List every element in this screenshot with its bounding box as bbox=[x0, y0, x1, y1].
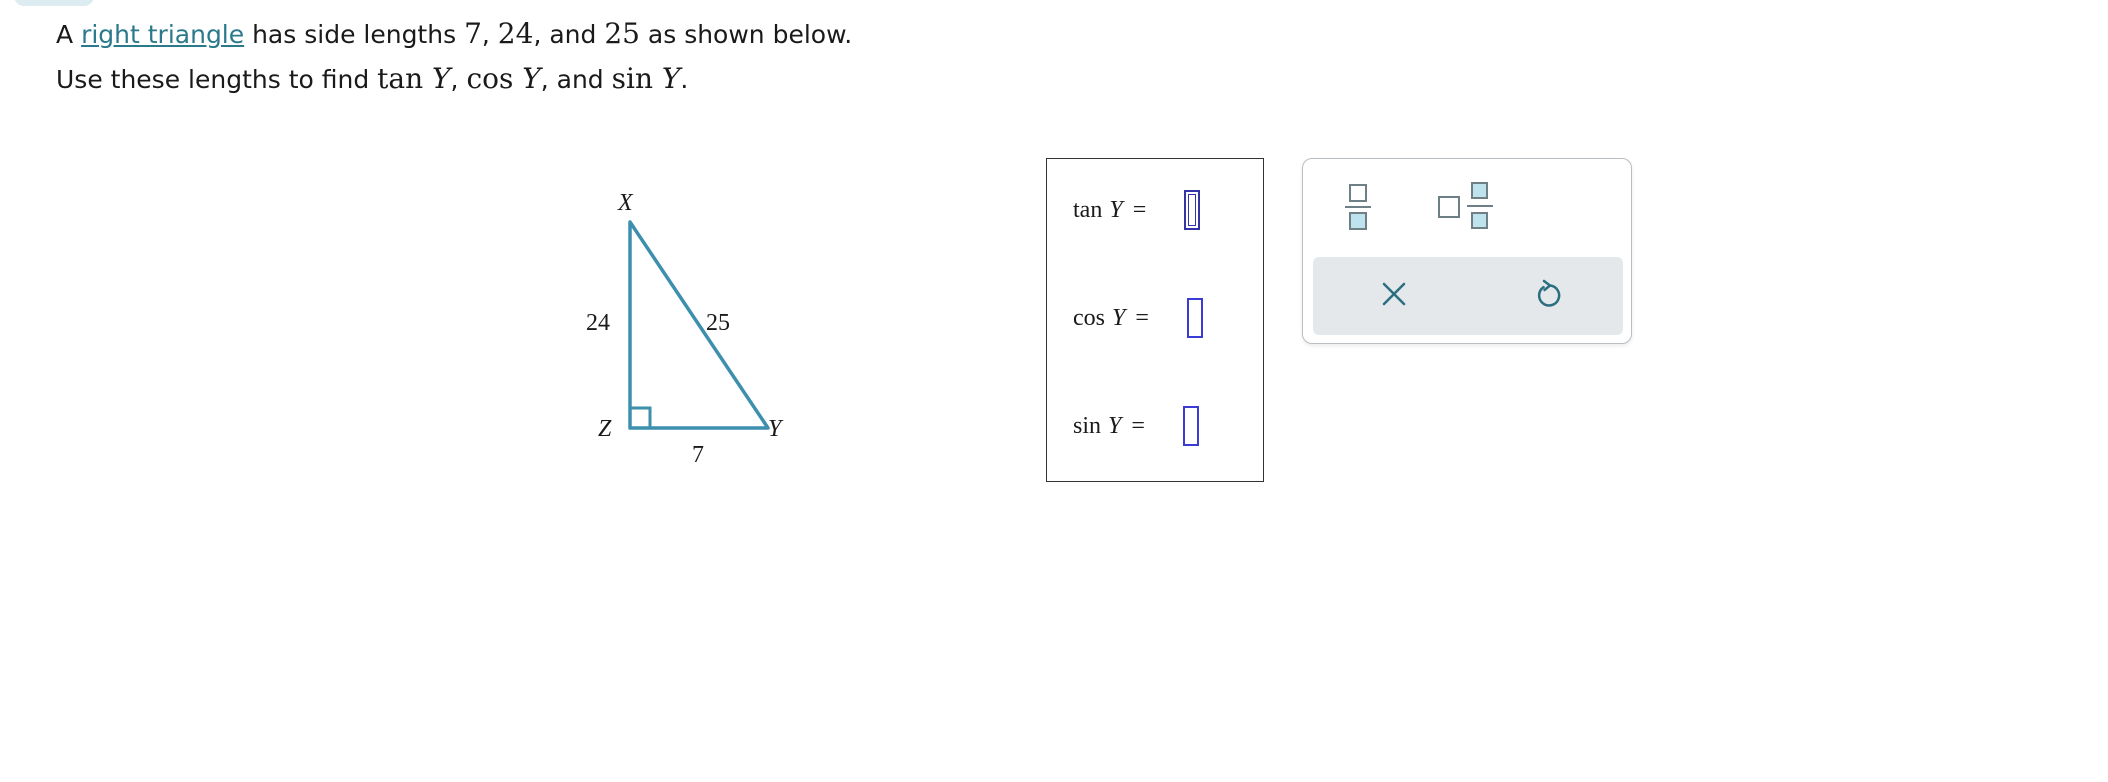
triangle-shape bbox=[628, 220, 770, 430]
undo-icon bbox=[1537, 279, 1561, 307]
prompt-text: as shown below. bbox=[639, 20, 853, 49]
close-icon bbox=[1382, 282, 1406, 306]
prompt-text: , and bbox=[540, 65, 612, 94]
math-toolbox bbox=[1302, 158, 1632, 344]
top-tab[interactable] bbox=[14, 0, 94, 6]
fn-label: cos bbox=[1073, 304, 1105, 331]
vertex-label-x: X bbox=[617, 190, 634, 216]
cos-y-input[interactable] bbox=[1186, 298, 1203, 338]
side-length-value: 7 bbox=[464, 17, 482, 50]
prompt-text: , and bbox=[533, 20, 605, 49]
math-var: Y bbox=[661, 62, 681, 95]
prompt-text: . bbox=[680, 65, 689, 94]
equals-sign: = bbox=[1135, 304, 1149, 331]
answer-box: tan Y = cos Y = sin Y = bbox=[1046, 158, 1264, 482]
right-triangle-figure: X Z Y 24 25 7 bbox=[586, 190, 784, 468]
side-length-value: 25 bbox=[604, 17, 640, 50]
vertex-label-z: Z bbox=[598, 416, 612, 442]
math-var: Y bbox=[432, 62, 451, 95]
prompt-text: , bbox=[481, 20, 498, 49]
prompt-text: A bbox=[56, 20, 82, 49]
side-label-25: 25 bbox=[706, 310, 730, 336]
prompt-text: , bbox=[450, 65, 467, 94]
tan-answer-row: tan Y = bbox=[1073, 185, 1201, 235]
math-var: Y bbox=[522, 62, 541, 95]
sin-answer-row: sin Y = bbox=[1073, 401, 1199, 451]
equals-sign: = bbox=[1132, 196, 1147, 223]
side-label-24: 24 bbox=[586, 310, 610, 336]
math-fn: cos bbox=[466, 62, 514, 95]
toolbox-action-bar bbox=[1313, 257, 1623, 335]
math-tan-y: tan Y bbox=[377, 62, 450, 95]
var-label: Y bbox=[1108, 412, 1122, 439]
vertex-label-y: Y bbox=[768, 416, 784, 442]
fraction-icon bbox=[1345, 184, 1371, 230]
fn-label: sin bbox=[1073, 412, 1102, 439]
prompt-text: has side lengths bbox=[244, 20, 465, 49]
side-length-value: 24 bbox=[497, 17, 534, 50]
math-cos-y: cos Y bbox=[466, 62, 540, 95]
math-sin-y: sin Y bbox=[612, 62, 681, 95]
mixed-number-icon bbox=[1438, 182, 1493, 229]
right-triangle-link[interactable]: right triangle bbox=[81, 20, 244, 49]
equals-sign: = bbox=[1131, 412, 1145, 439]
var-label: Y bbox=[1109, 196, 1123, 223]
undo-button[interactable] bbox=[1531, 277, 1565, 315]
mixed-number-button[interactable] bbox=[1437, 179, 1497, 237]
right-angle-marker bbox=[628, 406, 652, 430]
clear-button[interactable] bbox=[1377, 277, 1411, 315]
prompt-text: Use these lengths to find bbox=[56, 65, 378, 94]
math-fn: tan bbox=[377, 62, 424, 95]
problem-prompt: A right triangle has side lengths 7, 24,… bbox=[56, 12, 852, 102]
prompt-line-2: Use these lengths to find tan Y, cos Y, … bbox=[56, 57, 852, 102]
tan-y-input[interactable] bbox=[1184, 190, 1201, 230]
fraction-button[interactable] bbox=[1343, 181, 1373, 237]
sin-y-input[interactable] bbox=[1182, 406, 1199, 446]
prompt-line-1: A right triangle has side lengths 7, 24,… bbox=[56, 12, 852, 57]
var-label: Y bbox=[1112, 304, 1126, 331]
math-fn: sin bbox=[611, 62, 653, 95]
cos-answer-row: cos Y = bbox=[1073, 293, 1203, 343]
fn-label: tan bbox=[1073, 196, 1103, 223]
side-label-7: 7 bbox=[692, 442, 704, 468]
